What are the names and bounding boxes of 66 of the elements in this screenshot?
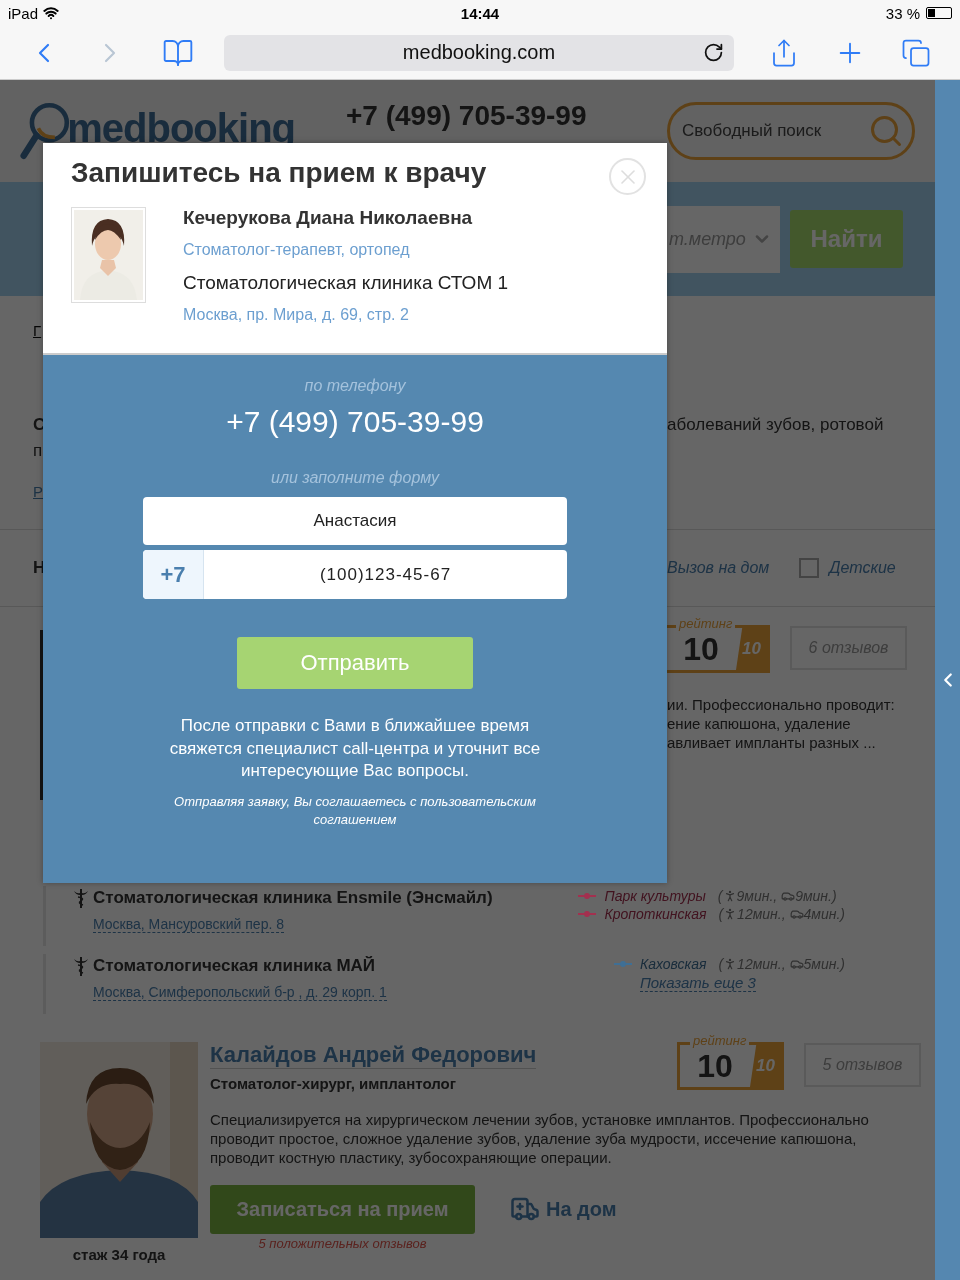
form-label: или заполните форму	[271, 469, 439, 487]
staff-icon	[73, 888, 89, 908]
car-icon	[781, 889, 796, 903]
home-visit-filter[interactable]: Вызов на дом	[667, 559, 770, 577]
clock: 14:44	[460, 4, 500, 22]
clinic-name: Стоматологическая клиника СТОМ 1	[183, 272, 509, 294]
clinic-address: Москва, пр. Мира, д. 69, стр. 2	[183, 306, 410, 324]
info-text: После отправки с Вами в ближайшее время свяжется специалист call-центра и уточнит все интересующие Вас вопросы.	[168, 715, 542, 782]
submit-button[interactable]: Отправить	[237, 637, 473, 689]
phone-label: по телефону	[304, 377, 406, 395]
clinic-name: Стоматологическая клиника Ensmile (Энсмайл)	[93, 888, 493, 908]
dialog-title: Запишитесь на прием к врачу	[71, 157, 487, 189]
rating-max: 10	[750, 1045, 781, 1087]
phone-field[interactable]: +7 (100)123-45-67	[143, 550, 567, 599]
description-text: ии. Профессионально проводит:	[667, 695, 895, 714]
show-more-link[interactable]: Показать еще 3	[639, 974, 756, 992]
wifi-icon	[43, 5, 60, 21]
checkbox[interactable]	[799, 558, 820, 578]
rating-max: 10	[736, 628, 767, 670]
intro-text: п	[33, 441, 43, 461]
time-text: (	[718, 906, 724, 922]
doctor-description: Специализируется на хирургическом лечении зубов, установке имплантов. Профессионально проводит простое, сложное удаление зубов, удаление зуба мудрости, иссечение капюшона, проводит костную пластику, зубосохраняющие операции.	[210, 1110, 870, 1167]
metro-link[interactable]: Парк культуры	[604, 888, 706, 904]
metro-link[interactable]: Кропоткинская	[604, 906, 707, 922]
country-code: +7	[143, 550, 204, 599]
metro-link[interactable]: Каховская	[639, 956, 707, 972]
car-icon	[789, 907, 804, 921]
time-text: (	[718, 956, 724, 972]
name-field[interactable]: Анастасия	[143, 497, 567, 545]
battery-percent: 33 %	[885, 4, 920, 22]
phone-number: +7 (499) 705-39-99	[346, 100, 587, 132]
doctor-name-link[interactable]: Калайдов Андрей Федорович	[210, 1042, 537, 1069]
intro-text: аболеваний зубов, ротовой	[667, 415, 884, 435]
rating-value: 10	[697, 1047, 733, 1085]
tabs-icon	[901, 37, 931, 68]
rating-label: рейтинг	[676, 616, 736, 631]
positive-reviews-text: 5 положительных отзывов	[258, 1236, 427, 1251]
checkbox-label: Детские	[829, 559, 896, 577]
book-button[interactable]: Записаться на прием	[210, 1185, 475, 1234]
doctor-specialty: Стоматолог-хирург, имплантолог	[210, 1075, 457, 1092]
description-text: ение капюшона, удаление	[667, 714, 851, 733]
reload-button[interactable]	[703, 41, 724, 63]
description-text: авливает импланты разных ...	[667, 733, 876, 752]
clinic-address[interactable]: Москва, Симферопольский б-р , д. 29 корп. 1	[93, 984, 387, 1001]
device-name: iPad	[8, 4, 39, 22]
search-field[interactable]: Свободный поиск	[667, 102, 915, 160]
experience-text: стаж 34 года	[72, 1246, 166, 1263]
logo-text: medbooking	[67, 105, 295, 151]
reload-icon	[703, 41, 724, 63]
staff-icon	[73, 956, 89, 976]
doctor-name: Кечерукова Диана Николаевна	[183, 207, 474, 229]
doctor-specialty: Стоматолог-терапевт, ортопед	[183, 241, 411, 259]
agreement-text: Отправляя заявку, Вы соглашаетесь с пользовательским соглашением	[173, 792, 537, 829]
battery-icon	[926, 7, 952, 19]
more-link[interactable]: Р	[33, 483, 43, 500]
clinic-address[interactable]: Москва, Мансуровский пер. 8	[93, 916, 284, 933]
car-icon	[789, 957, 804, 971]
rating-label: рейтинг	[690, 1033, 750, 1048]
home-visit-link[interactable]: На дом	[510, 1194, 617, 1224]
rating-value: 10	[683, 630, 719, 668]
time-text: (	[717, 888, 723, 904]
breadcrumb-link[interactable]: Г	[33, 322, 42, 339]
phone-number: +7 (499) 705-39-99	[226, 405, 484, 439]
address-bar[interactable]: medbooking.com	[224, 34, 734, 71]
search-icon	[868, 113, 904, 149]
clinic-name: Стоматологическая клиника МАЙ	[93, 956, 376, 976]
